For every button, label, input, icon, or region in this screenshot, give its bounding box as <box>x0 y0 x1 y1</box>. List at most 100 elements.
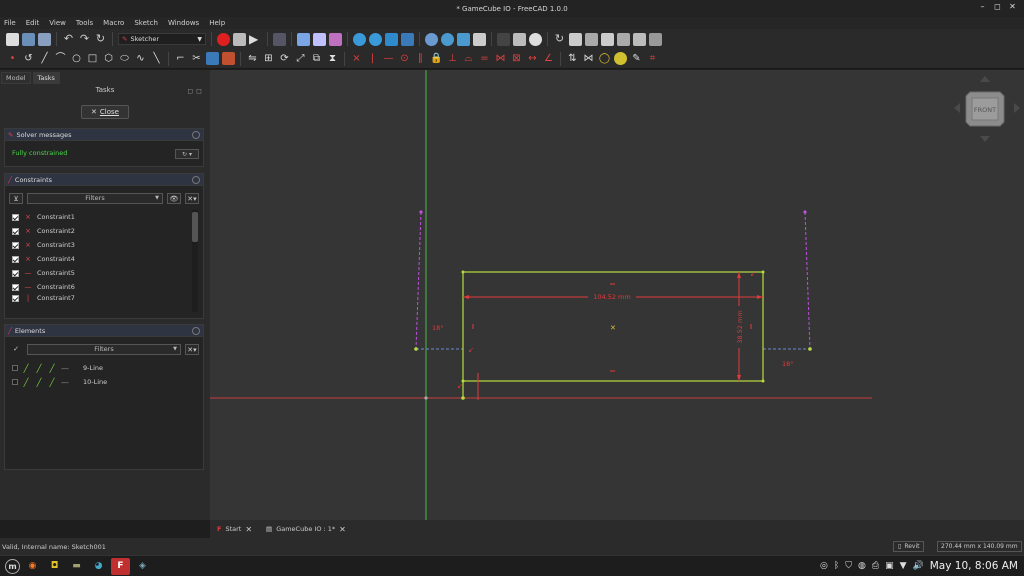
grid-icon[interactable] <box>329 32 342 46</box>
angle-label-right[interactable]: 18° <box>782 360 794 368</box>
close-icon[interactable]: ✕ <box>339 525 346 534</box>
printer-icon[interactable]: ⎙ <box>872 561 879 571</box>
vertical-constraint-icon[interactable]: | <box>366 52 379 65</box>
steam-tray-icon[interactable]: ◎ <box>820 561 828 571</box>
isometric-view-icon[interactable] <box>425 32 438 46</box>
macro-edit-icon[interactable] <box>233 32 246 46</box>
menu-windows[interactable]: Windows <box>168 19 199 27</box>
arc-icon[interactable]: ⌒ <box>54 52 67 65</box>
horizontal-constraint-icon[interactable]: — <box>382 52 395 65</box>
checkbox[interactable] <box>12 379 18 385</box>
hammer-icon[interactable] <box>585 32 598 46</box>
equal-constraint-icon[interactable]: = <box>478 52 491 65</box>
list-item[interactable]: × Constraint3 <box>9 238 191 252</box>
angle-constraint-icon[interactable]: ∠ <box>542 52 555 65</box>
settings-tools-icon[interactable]: ✕▾ <box>185 192 199 204</box>
tab-tasks[interactable]: Tasks <box>32 72 60 84</box>
volume-icon[interactable]: 🔊 <box>913 561 924 571</box>
open-icon[interactable] <box>22 32 35 46</box>
undo-icon[interactable]: ↶ <box>62 32 75 46</box>
menu-help[interactable]: Help <box>209 19 225 27</box>
polygon-icon[interactable]: ⬡ <box>102 52 115 65</box>
new-document-icon[interactable] <box>6 32 19 46</box>
gear-icon[interactable] <box>633 32 646 46</box>
sync-icon[interactable]: ↻ <box>553 32 566 46</box>
list-item[interactable]: × Constraint4 <box>9 252 191 266</box>
menu-view[interactable]: View <box>49 19 66 27</box>
close-icon[interactable]: ✕ <box>245 525 252 534</box>
bounding-box-icon[interactable] <box>401 32 414 46</box>
steam-icon[interactable]: ◈ <box>133 558 152 575</box>
horizontal-dimension-label[interactable]: 104.52 mm <box>593 293 630 301</box>
point-on-object-icon[interactable]: ⊙ <box>398 52 411 65</box>
tools-icon[interactable] <box>569 32 582 46</box>
collapse-icon[interactable] <box>192 131 200 139</box>
toggle-active-icon[interactable]: ⋈ <box>582 52 595 65</box>
lock-constraint-icon[interactable]: 🔒 <box>430 52 443 65</box>
maximize-button[interactable]: ◻ <box>990 2 1005 11</box>
ruler-icon[interactable] <box>473 32 486 46</box>
clock[interactable]: May 10, 8:06 AM <box>930 560 1018 572</box>
validate-sketch-icon[interactable]: ◯ <box>598 52 611 65</box>
block-constraint-icon[interactable]: ⊠ <box>510 52 523 65</box>
front-view-icon[interactable] <box>441 32 454 46</box>
leave-sketch-icon[interactable] <box>614 52 627 65</box>
bspline-icon[interactable]: ∿ <box>134 52 147 65</box>
mirror-icon[interactable]: ⇋ <box>246 52 259 65</box>
view-section-icon[interactable] <box>313 32 326 46</box>
check-all-icon[interactable]: ✓ <box>9 344 23 355</box>
link-icon[interactable] <box>529 32 542 46</box>
parallel-constraint-icon[interactable]: ∥ <box>414 52 427 65</box>
tangent-constraint-icon[interactable]: ⌓ <box>462 52 475 65</box>
select-all-constraints-button[interactable]: ⊻ <box>9 192 23 204</box>
panel-dock-icons[interactable]: ◻◻ <box>187 87 205 95</box>
symmetric-constraint-icon[interactable]: ⋈ <box>494 52 507 65</box>
freecad-taskbar-icon[interactable]: F <box>111 557 130 575</box>
close-button[interactable]: ✕ Close <box>81 105 129 119</box>
measure-icon[interactable] <box>457 32 470 46</box>
fit-all-icon[interactable] <box>353 32 366 46</box>
whats-this-icon[interactable] <box>273 32 286 46</box>
save-icon[interactable] <box>38 32 51 46</box>
perpendicular-constraint-icon[interactable]: ⊥ <box>446 52 459 65</box>
edit-icon[interactable]: ✎ <box>630 52 643 65</box>
navigation-cube[interactable]: FRONT <box>952 72 1022 144</box>
constraints-filter-dropdown[interactable]: Filters ▼ <box>27 192 163 204</box>
workbench-grid-icon[interactable] <box>497 32 510 46</box>
offset-icon[interactable]: ⧉ <box>310 52 323 65</box>
angle-label-left[interactable]: 18° <box>432 324 444 332</box>
menu-tools[interactable]: Tools <box>76 19 93 27</box>
record-macro-icon[interactable] <box>217 32 230 46</box>
list-item[interactable]: | Constraint7 <box>9 294 191 302</box>
checkbox[interactable] <box>12 241 19 249</box>
list-item[interactable]: ╱ ╱ ╱ — 10-Line <box>9 375 191 389</box>
carbon-copy-icon[interactable] <box>222 52 235 65</box>
start-menu-icon[interactable]: m <box>5 558 20 574</box>
trim-icon[interactable]: ✂ <box>190 52 203 65</box>
view-sketch-icon[interactable] <box>297 32 310 46</box>
external-geometry-icon[interactable] <box>206 52 219 65</box>
checkbox[interactable] <box>12 213 19 221</box>
wifi-icon[interactable]: ▼ <box>900 561 907 571</box>
refresh-icon[interactable]: ↻ <box>94 32 107 46</box>
checkbox[interactable] <box>12 255 19 263</box>
arrows-icon[interactable] <box>649 32 662 46</box>
menu-sketch[interactable]: Sketch <box>134 19 158 27</box>
rotate-icon[interactable]: ⟳ <box>278 52 291 65</box>
list-item[interactable]: × Constraint1 <box>9 210 191 224</box>
files-icon[interactable]: ▬ <box>67 558 86 575</box>
close-window-button[interactable]: ✕ <box>1005 2 1020 11</box>
snap-icon[interactable]: ⌗ <box>646 52 659 65</box>
fit-selection-icon[interactable] <box>369 32 382 46</box>
play-macro-icon[interactable]: ▶ <box>249 33 262 46</box>
navigation-style-button[interactable]: ▯ Revit <box>893 541 925 552</box>
rectangle-icon[interactable]: □ <box>86 52 99 65</box>
checkbox[interactable] <box>12 269 19 277</box>
bluetooth-icon[interactable]: ᛒ <box>834 561 839 571</box>
workbench-selector[interactable]: ✎ Sketcher ▼ <box>118 33 206 45</box>
list-item[interactable]: ╱ ╱ ╱ — 9-Line <box>9 361 191 375</box>
list-item[interactable]: — Constraint5 <box>9 266 191 280</box>
constraints-scrollbar[interactable] <box>192 210 198 312</box>
array-icon[interactable]: ⊞ <box>262 52 275 65</box>
coincident-constraint-icon[interactable]: × <box>350 52 363 65</box>
